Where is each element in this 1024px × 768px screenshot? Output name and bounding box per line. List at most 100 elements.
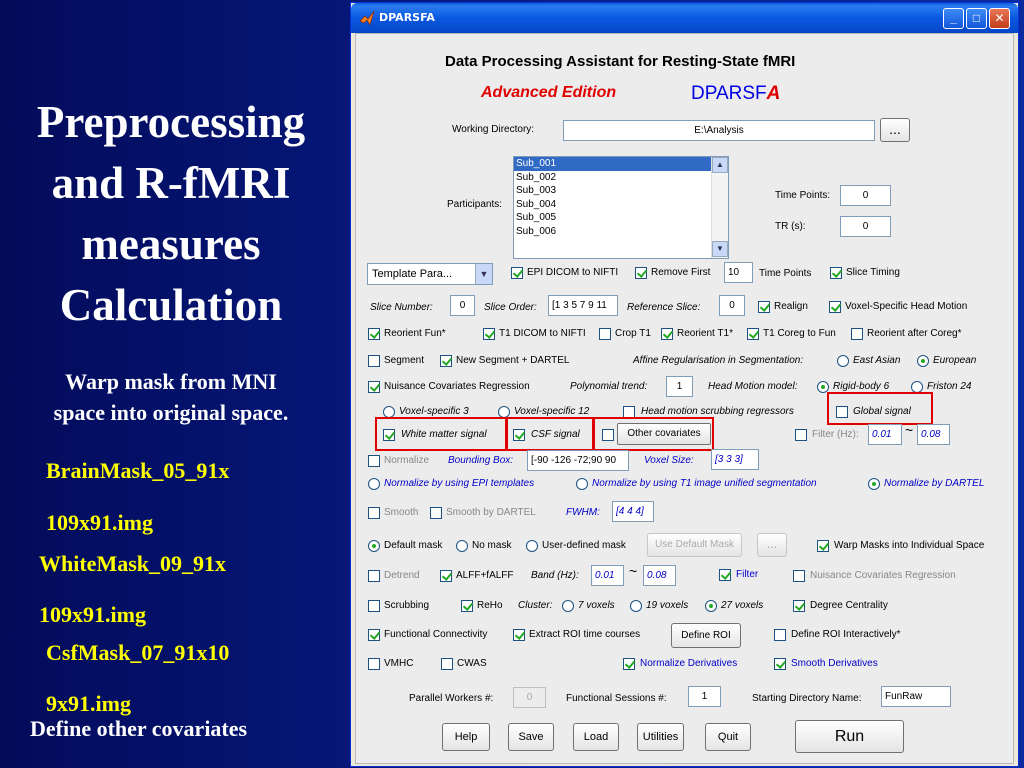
chevron-down-icon[interactable]: ▼	[475, 264, 492, 284]
cluster-7-radio[interactable]	[562, 600, 574, 612]
list-item[interactable]: Sub_004	[514, 198, 728, 212]
list-item[interactable]: Sub_003	[514, 184, 728, 198]
minimize-button[interactable]: _	[943, 8, 964, 29]
east-asian-radio[interactable]	[837, 355, 849, 367]
cwas-checkbox[interactable]	[441, 658, 453, 670]
realign-checkbox[interactable]	[758, 301, 770, 313]
help-button[interactable]: Help	[442, 723, 490, 751]
filter-checkbox[interactable]	[795, 429, 807, 441]
segment-checkbox[interactable]	[368, 355, 380, 367]
quit-button[interactable]: Quit	[705, 723, 751, 751]
slice-order-input[interactable]: [1 3 5 7 9 11	[548, 295, 618, 316]
scroll-up-icon[interactable]: ▲	[712, 157, 728, 173]
other-covariates-button[interactable]: Other covariates	[617, 423, 711, 445]
list-item[interactable]: Sub_002	[514, 171, 728, 185]
mask-browse-button[interactable]: ...	[757, 533, 787, 557]
template-parameters-select[interactable]: Template Para... ▼	[367, 263, 493, 285]
t1-dicom-checkbox[interactable]	[483, 328, 495, 340]
normalize-epi-radio[interactable]	[368, 478, 380, 490]
parallel-workers-input[interactable]: 0	[513, 687, 546, 708]
warp-masks-checkbox[interactable]	[817, 540, 829, 552]
csf-signal-checkbox[interactable]	[513, 429, 525, 441]
participants-list[interactable]: Sub_001 Sub_002 Sub_003 Sub_004 Sub_005 …	[513, 156, 729, 259]
voxel-head-motion-checkbox[interactable]	[829, 301, 841, 313]
reference-slice-input[interactable]: 0	[719, 295, 745, 316]
starting-directory-input[interactable]: FunRaw	[881, 686, 951, 707]
run-button[interactable]: Run	[795, 720, 904, 753]
normalize-epi-label: Normalize by using EPI templates	[384, 478, 535, 489]
filter-high-input[interactable]: 0.08	[917, 424, 950, 445]
participants-scrollbar[interactable]: ▲ ▼	[711, 157, 728, 258]
default-mask-radio[interactable]	[368, 540, 380, 552]
band-low-input[interactable]: 0.01	[591, 565, 624, 586]
smooth-dartel-checkbox[interactable]	[430, 507, 442, 519]
normalize-checkbox[interactable]	[368, 455, 380, 467]
voxel-size-input[interactable]: [3 3 3]	[711, 449, 759, 470]
nuisance-regression-2-checkbox[interactable]	[793, 570, 805, 582]
degree-centrality-checkbox[interactable]	[793, 600, 805, 612]
vmhc-checkbox[interactable]	[368, 658, 380, 670]
list-item[interactable]: Sub_005	[514, 211, 728, 225]
reorient-fun-checkbox[interactable]	[368, 328, 380, 340]
define-roi-button[interactable]: Define ROI	[671, 623, 741, 648]
remove-first-checkbox[interactable]	[635, 267, 647, 279]
reference-slice-label: Reference Slice:	[627, 302, 701, 313]
alff-checkbox[interactable]	[440, 570, 452, 582]
matlab-icon	[359, 10, 375, 26]
close-button[interactable]: ✕	[989, 8, 1010, 29]
list-item[interactable]: Sub_006	[514, 225, 728, 239]
reho-checkbox[interactable]	[461, 600, 473, 612]
use-default-mask-button[interactable]: Use Default Mask	[647, 533, 742, 557]
scrubbing-checkbox[interactable]	[368, 600, 380, 612]
nuisance-regression-checkbox[interactable]	[368, 381, 380, 393]
slice-number-input[interactable]: 0	[450, 295, 475, 316]
window-titlebar[interactable]: DPARSFA _ □ ✕	[351, 3, 1018, 33]
filter-checkbox-2[interactable]	[719, 569, 731, 581]
functional-sessions-input[interactable]: 1	[688, 686, 721, 707]
define-roi-interactive-checkbox[interactable]	[774, 629, 786, 641]
polynomial-trend-input[interactable]: 1	[666, 376, 693, 397]
bounding-box-input[interactable]: [-90 -126 -72;90 90	[527, 450, 629, 471]
reorient-t1-checkbox[interactable]	[661, 328, 673, 340]
fwhm-input[interactable]: [4 4 4]	[612, 501, 654, 522]
detrend-checkbox[interactable]	[368, 570, 380, 582]
new-segment-checkbox[interactable]	[440, 355, 452, 367]
epi-dicom-checkbox[interactable]	[511, 267, 523, 279]
maximize-button[interactable]: □	[966, 8, 987, 29]
normalize-derivatives-checkbox[interactable]	[623, 658, 635, 670]
extract-roi-label: Extract ROI time courses	[529, 629, 641, 640]
global-signal-checkbox[interactable]	[836, 406, 848, 418]
slice-timing-checkbox[interactable]	[830, 267, 842, 279]
filter-low-input[interactable]: 0.01	[868, 424, 902, 445]
normalize-dartel-radio[interactable]	[868, 478, 880, 490]
list-item[interactable]: Sub_001	[514, 157, 712, 171]
band-high-input[interactable]: 0.08	[643, 565, 676, 586]
working-directory-browse-button[interactable]: ...	[880, 118, 910, 142]
csf-signal-label: CSF signal	[531, 429, 580, 440]
smooth-derivatives-checkbox[interactable]	[774, 658, 786, 670]
functional-connectivity-checkbox[interactable]	[368, 629, 380, 641]
extract-roi-checkbox[interactable]	[513, 629, 525, 641]
rigid-body-label: Rigid-body 6	[833, 381, 890, 392]
smooth-checkbox[interactable]	[368, 507, 380, 519]
white-matter-checkbox[interactable]	[383, 429, 395, 441]
scroll-down-icon[interactable]: ▼	[712, 241, 728, 257]
no-mask-radio[interactable]	[456, 540, 468, 552]
crop-t1-checkbox[interactable]	[599, 328, 611, 340]
cluster-19-radio[interactable]	[630, 600, 642, 612]
cwas-label: CWAS	[457, 658, 487, 669]
working-directory-input[interactable]: E:\Analysis	[563, 120, 875, 141]
european-radio[interactable]	[917, 355, 929, 367]
reorient-after-coreg-checkbox[interactable]	[851, 328, 863, 340]
normalize-t1-radio[interactable]	[576, 478, 588, 490]
load-button[interactable]: Load	[573, 723, 619, 751]
tr-input[interactable]: 0	[840, 216, 891, 237]
cluster-27-radio[interactable]	[705, 600, 717, 612]
save-button[interactable]: Save	[508, 723, 554, 751]
other-covariates-checkbox[interactable]	[602, 429, 614, 441]
user-mask-radio[interactable]	[526, 540, 538, 552]
t1-coreg-checkbox[interactable]	[747, 328, 759, 340]
remove-first-input[interactable]: 10	[724, 262, 753, 283]
utilities-button[interactable]: Utilities	[637, 723, 684, 751]
time-points-input[interactable]: 0	[840, 185, 891, 206]
